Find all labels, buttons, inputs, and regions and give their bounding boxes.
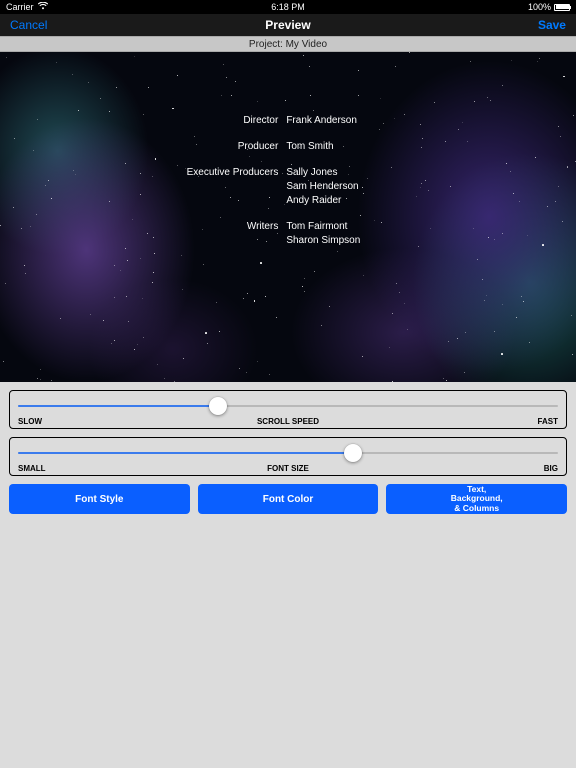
credit-names: Sally JonesSam HendersonAndy Raider: [286, 166, 576, 208]
button-row: Font Style Font Color Text,Background,& …: [0, 484, 576, 514]
credit-row: Producer Tom Smith: [0, 140, 576, 154]
battery-icon: [554, 4, 570, 11]
page-title: Preview: [195, 18, 380, 32]
font-size-slider-block: SMALL FONT SIZE BIG: [9, 437, 567, 476]
video-preview[interactable]: Director Frank Anderson Producer Tom Smith E…: [0, 52, 576, 382]
credit-names: Tom Smith: [286, 140, 576, 154]
carrier-label: Carrier: [6, 2, 34, 12]
credit-row: Writers Tom FairmontSharon Simpson: [0, 220, 576, 248]
save-button[interactable]: Save: [381, 18, 566, 32]
text-background-columns-button[interactable]: Text,Background,& Columns: [386, 484, 567, 514]
status-right: 100%: [382, 2, 570, 12]
credit-names: Frank Anderson: [286, 114, 576, 128]
credit-row: Executive ProducersSally JonesSam Hender…: [0, 166, 576, 208]
status-bar: Carrier 6:18 PM 100%: [0, 0, 576, 14]
credit-role: Director: [0, 114, 278, 128]
status-time: 6:18 PM: [194, 2, 382, 12]
slider-min-label: SMALL: [18, 464, 198, 473]
credits-overlay: Director Frank Anderson Producer Tom Smith E…: [0, 114, 576, 260]
status-left: Carrier: [6, 2, 194, 12]
nav-bar: Cancel Preview Save: [0, 14, 576, 36]
slider-title-label: SCROLL SPEED: [198, 417, 378, 426]
battery-pct: 100%: [528, 2, 551, 12]
font-size-slider[interactable]: [18, 444, 558, 462]
credit-names: Tom FairmontSharon Simpson: [286, 220, 576, 248]
project-label-bar: Project: My Video: [0, 36, 576, 52]
controls-panel: SLOW SCROLL SPEED FAST SMALL FONT SIZE B…: [0, 382, 576, 476]
credit-role: Executive Producers: [0, 166, 278, 208]
scroll-speed-slider[interactable]: [18, 397, 558, 415]
slider-min-label: SLOW: [18, 417, 198, 426]
scroll-speed-slider-block: SLOW SCROLL SPEED FAST: [9, 390, 567, 429]
slider-max-label: BIG: [378, 464, 558, 473]
font-color-button[interactable]: Font Color: [198, 484, 379, 514]
wifi-icon: [38, 2, 48, 12]
cancel-button[interactable]: Cancel: [10, 18, 195, 32]
slider-title-label: FONT SIZE: [198, 464, 378, 473]
credit-row: Director Frank Anderson: [0, 114, 576, 128]
credit-role: Producer: [0, 140, 278, 154]
slider-max-label: FAST: [378, 417, 558, 426]
project-label: Project: My Video: [249, 39, 327, 50]
font-style-button[interactable]: Font Style: [9, 484, 190, 514]
credit-role: Writers: [0, 220, 278, 248]
slider-thumb[interactable]: [344, 444, 362, 462]
slider-thumb[interactable]: [209, 397, 227, 415]
